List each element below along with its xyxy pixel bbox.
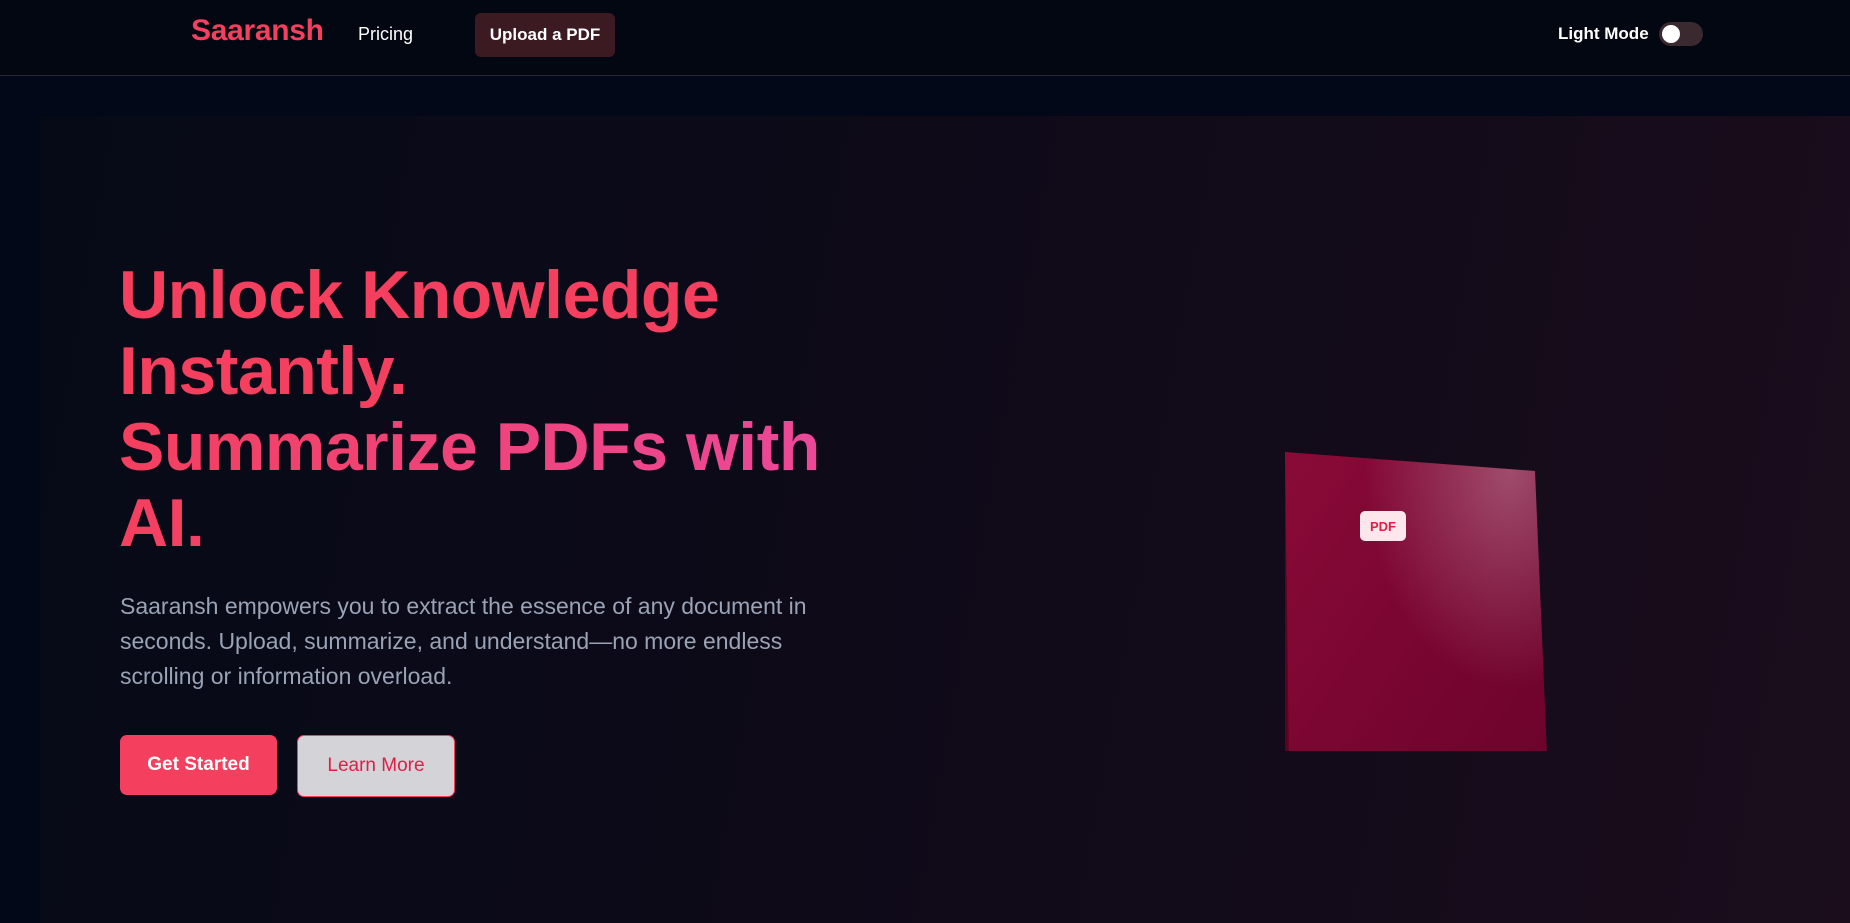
hero-headline: Unlock Knowledge Instantly. Summarize PD… bbox=[119, 257, 820, 561]
brand-logo[interactable]: Saaransh bbox=[191, 14, 324, 48]
nav-link-pricing[interactable]: Pricing bbox=[358, 24, 413, 45]
pdf-document-illustration bbox=[1285, 452, 1547, 751]
get-started-button[interactable]: Get Started bbox=[120, 735, 277, 795]
headline-line-2: Instantly. bbox=[119, 333, 408, 409]
learn-more-button[interactable]: Learn More bbox=[297, 735, 455, 797]
headline-line-4: AI. bbox=[119, 485, 820, 561]
pdf-cover-shine bbox=[1285, 452, 1547, 751]
toggle-knob bbox=[1661, 25, 1680, 43]
pdf-badge: PDF bbox=[1360, 511, 1406, 541]
light-mode-toggle[interactable] bbox=[1658, 22, 1703, 46]
theme-switch: Light Mode bbox=[1558, 22, 1703, 46]
header-spacer-band bbox=[0, 76, 1850, 116]
top-nav-bar: Saaransh Pricing Upload a PDF Light Mode bbox=[0, 0, 1850, 76]
headline-line-3: Summarize PDFs with bbox=[119, 409, 820, 485]
headline-line-1: Unlock Knowledge bbox=[119, 257, 720, 333]
hero-section: Unlock Knowledge Instantly. Summarize PD… bbox=[40, 116, 1850, 923]
hero-description: Saaransh empowers you to extract the ess… bbox=[120, 593, 807, 689]
hero-left-margin bbox=[0, 116, 40, 923]
theme-label: Light Mode bbox=[1558, 24, 1649, 43]
upload-pdf-button[interactable]: Upload a PDF bbox=[475, 13, 615, 57]
